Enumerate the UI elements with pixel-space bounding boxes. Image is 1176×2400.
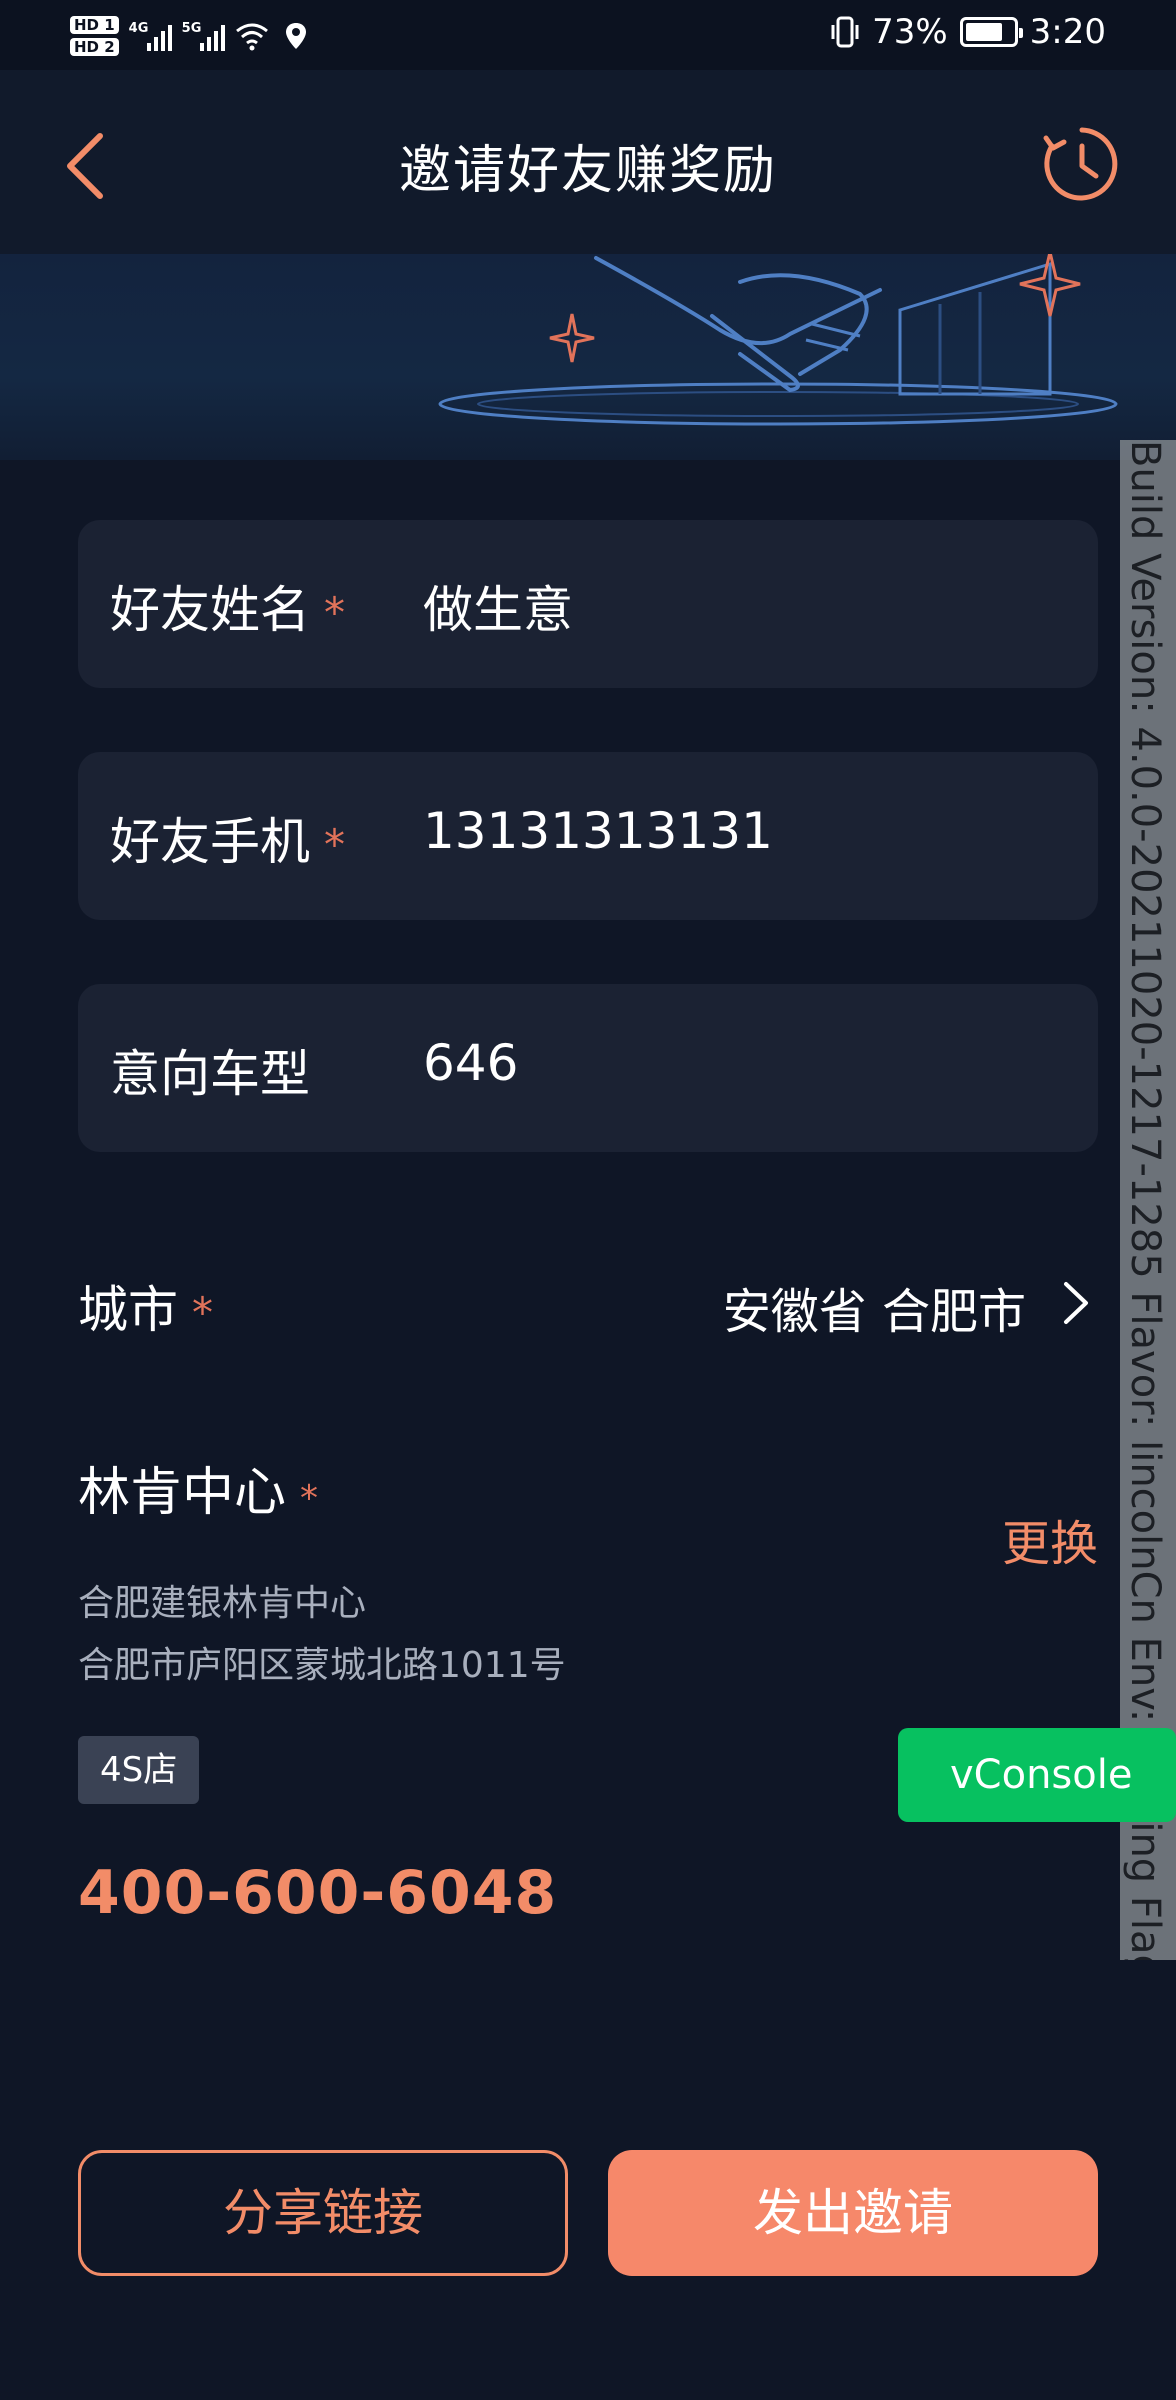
history-icon[interactable]	[1042, 124, 1122, 204]
vibrate-icon	[831, 16, 859, 48]
friend-phone-field[interactable]: 好友手机 * 13131313131	[78, 752, 1098, 920]
send-invite-button[interactable]: 发出邀请	[608, 2150, 1098, 2276]
friend-name-label-text: 好友姓名	[110, 581, 310, 639]
net2-label: 5G	[181, 21, 202, 36]
banner-illustration	[0, 254, 1176, 460]
dealer-address: 合肥市庐阳区蒙城北路1011号	[78, 1645, 566, 1686]
friend-phone-label-text: 好友手机	[110, 813, 310, 871]
city-selector[interactable]: 城市 * 安徽省 合肥市	[78, 1240, 1098, 1360]
friend-name-input[interactable]: 做生意	[423, 570, 573, 642]
location-icon	[285, 23, 306, 49]
city-label: 城市 *	[78, 1270, 213, 1342]
hd-indicators: HD 1 HD 2	[70, 16, 119, 56]
dealer-title-text: 林肯中心	[78, 1463, 287, 1523]
chevron-right-icon	[1064, 1282, 1088, 1324]
intended-model-label: 意向车型	[110, 1045, 310, 1103]
nav-bar: 邀请好友赚奖励	[0, 70, 1176, 254]
dealer-type-badge: 4S店	[78, 1736, 200, 1804]
dealer-name: 合肥建银林肯中心	[78, 1583, 367, 1624]
friend-phone-label: 好友手机 *	[110, 802, 345, 874]
signal-4g-icon: 4G	[129, 21, 172, 51]
dealer-section-title: 林肯中心 *	[78, 1450, 318, 1525]
page-title: 邀请好友赚奖励	[398, 141, 777, 201]
city-value: 安徽省 合肥市	[722, 1284, 1026, 1340]
clock: 3:20	[1029, 12, 1106, 52]
battery-percent: 73%	[872, 12, 948, 52]
status-right: 73% 3:20	[830, 12, 1106, 52]
signal-5g-icon: 5G	[182, 21, 225, 51]
status-left: HD 1 HD 2 4G 5G	[70, 8, 313, 64]
required-mark: *	[324, 588, 345, 637]
battery-icon	[959, 17, 1023, 47]
required-mark: *	[192, 1288, 213, 1337]
intended-model-field[interactable]: 意向车型 646	[78, 984, 1098, 1152]
friend-name-label: 好友姓名 *	[110, 570, 345, 642]
share-link-button[interactable]: 分享链接	[78, 2150, 568, 2276]
handshake-illustration	[438, 254, 1118, 426]
required-mark: *	[300, 1478, 319, 1519]
status-bar: HD 1 HD 2 4G 5G 73% 3:20	[0, 0, 1176, 70]
required-mark: *	[324, 820, 345, 869]
wifi-icon	[235, 23, 268, 51]
net1-label: 4G	[128, 21, 149, 36]
city-label-text: 城市	[78, 1281, 178, 1339]
friend-name-field[interactable]: 好友姓名 * 做生意	[78, 520, 1098, 688]
hd1-badge: HD 1	[70, 16, 119, 34]
hd2-badge: HD 2	[70, 38, 119, 56]
friend-phone-input[interactable]: 13131313131	[423, 802, 773, 860]
intended-model-input[interactable]: 646	[423, 1034, 518, 1092]
dealer-phone-link[interactable]: 400-600-6048	[78, 1858, 557, 1928]
vconsole-button[interactable]: vConsole	[898, 1728, 1176, 1822]
change-dealer-button[interactable]: 更换	[1002, 1504, 1098, 1574]
